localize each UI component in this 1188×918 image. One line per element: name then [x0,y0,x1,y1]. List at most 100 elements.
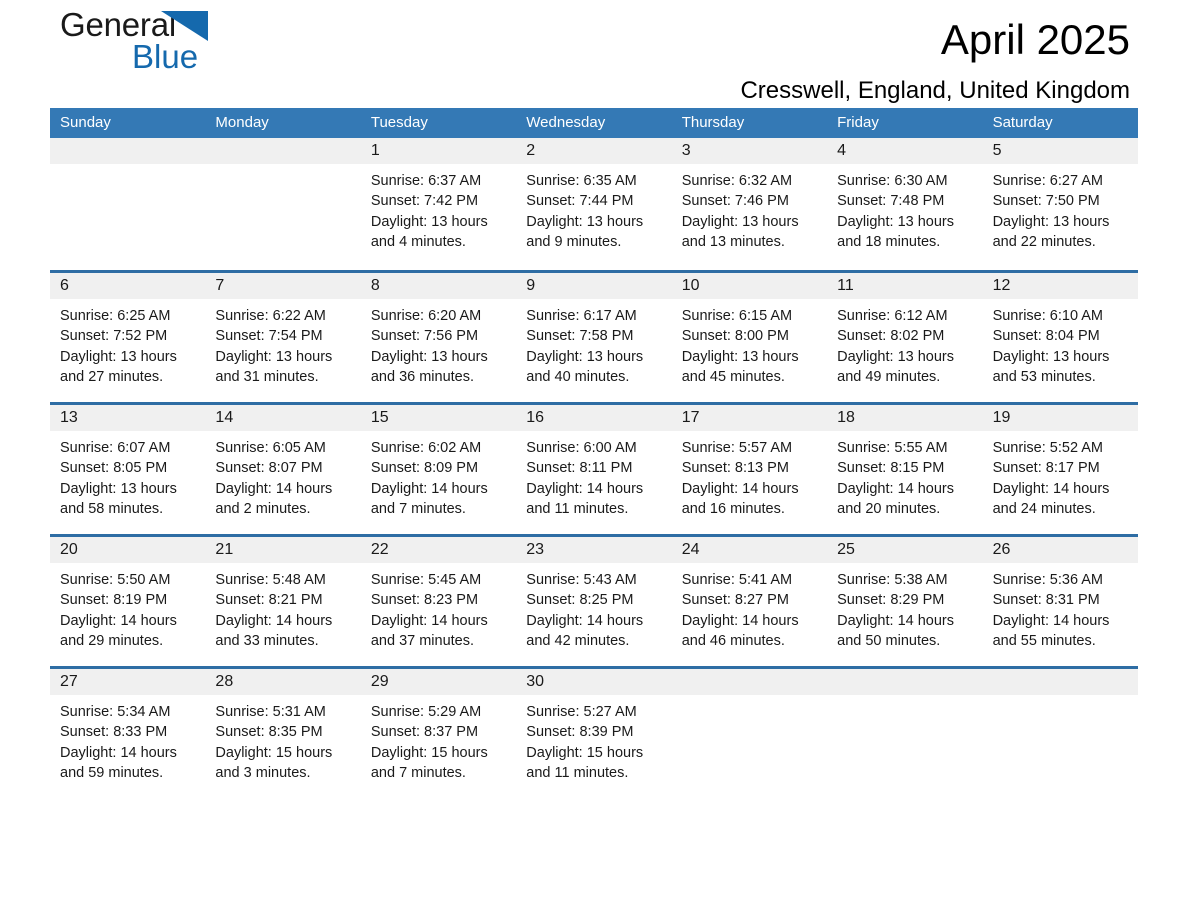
day-cell[interactable]: 7 Sunrise: 6:22 AM Sunset: 7:54 PM Daylight… [205,273,361,402]
day-cell[interactable]: 1 Sunrise: 6:37 AM Sunset: 7:42 PM Daylight… [360,138,517,270]
daylight-duration-line1: Daylight: 13 hours [60,480,177,497]
sunrise-time: Sunrise: 6:35 AM [526,173,637,189]
day-number: 18 [837,409,855,426]
sunset-time: Sunset: 7:42 PM [370,193,479,210]
day-number: 3 [681,142,691,159]
day-cell[interactable]: 13 Sunrise: 6:07 AM Sunset: 8:05 PM Dayligh… [50,405,206,534]
day-cell[interactable]: 20 Sunrise: 5:50 AM Sunset: 8:19 PM Dayligh… [50,537,206,666]
daylight-duration-line1: Daylight: 14 hours [837,480,955,497]
day-cell[interactable]: 29 Sunrise: 5:29 AM Sunset: 8:37 PM Dayligh… [360,669,517,798]
day-number-band [50,138,206,164]
sunset-time: Sunset: 8:15 PM [837,460,945,477]
day-cell[interactable]: 25 Sunrise: 5:38 AM Sunset: 8:29 PM Dayligh… [827,537,983,666]
day-details: Sunrise: 6:12 AM Sunset: 8:02 PM Daylight:… [827,299,982,387]
daylight-duration-line2: and 33 minutes. [215,632,319,649]
sunset-time: Sunset: 8:23 PM [370,592,479,609]
day-cell[interactable]: 18 Sunrise: 5:55 AM Sunset: 8:15 PM Dayligh… [827,405,983,534]
sunset-time: Sunset: 7:58 PM [526,328,634,345]
sunrise-time: Sunrise: 6:07 AM [60,440,171,456]
day-cell[interactable]: 8 Sunrise: 6:20 AM Sunset: 7:56 PM Daylight… [360,273,517,402]
day-cell[interactable]: 11 Sunrise: 6:12 AM Sunset: 8:02 PM Dayligh… [827,273,983,402]
day-cell[interactable]: 23 Sunrise: 5:43 AM Sunset: 8:25 PM Dayligh… [516,537,672,666]
day-number-band [827,669,983,695]
day-cell[interactable]: 16 Sunrise: 6:00 AM Sunset: 8:11 PM Dayligh… [516,405,672,534]
sunset-time: Sunset: 8:02 PM [837,328,945,345]
day-cell[interactable]: 5 Sunrise: 6:27 AM Sunset: 7:50 PM Daylight… [982,138,1138,270]
daylight-duration-line2: and 2 minutes. [215,500,311,517]
sunrise-time: Sunrise: 5:27 AM [526,704,637,720]
day-cell-empty [205,138,361,270]
day-cell[interactable]: 2 Sunrise: 6:35 AM Sunset: 7:44 PM Daylight… [516,138,672,270]
day-number-band: 14 [205,405,361,431]
daylight-duration-line2: and 22 minutes. [992,233,1096,250]
day-number-band: 25 [827,537,983,563]
day-number: 2 [526,142,536,159]
sunset-time: Sunset: 8:35 PM [215,724,323,741]
sunrise-time: Sunrise: 5:45 AM [370,572,482,588]
sunset-time: Sunset: 8:33 PM [60,724,168,741]
day-details: Sunrise: 5:50 AM Sunset: 8:19 PM Daylight:… [50,563,205,651]
day-cell[interactable]: 10 Sunrise: 6:15 AM Sunset: 8:00 PM Dayligh… [671,273,828,402]
daylight-duration-line1: Daylight: 13 hours [992,213,1110,230]
day-cell[interactable]: 14 Sunrise: 6:05 AM Sunset: 8:07 PM Dayligh… [205,405,361,534]
day-number-band: 13 [50,405,206,431]
day-cell[interactable]: 9 Sunrise: 6:17 AM Sunset: 7:58 PM Daylight… [516,273,672,402]
generalblue-logo[interactable]: General Blue [60,8,320,100]
sunrise-time: Sunrise: 6:05 AM [215,440,326,456]
daylight-duration-line1: Daylight: 13 hours [60,348,177,365]
day-cell[interactable]: 27 Sunrise: 5:34 AM Sunset: 8:33 PM Dayligh… [50,669,206,798]
sunrise-time: Sunrise: 6:20 AM [370,308,482,324]
sunrise-time: Sunrise: 5:55 AM [837,440,948,456]
daylight-duration-line2: and 9 minutes. [526,233,622,250]
daylight-duration-line1: Daylight: 13 hours [681,213,799,230]
day-details: Sunrise: 6:22 AM Sunset: 7:54 PM Daylight:… [205,299,360,387]
daylight-duration-line2: and 18 minutes. [837,233,941,250]
day-number: 19 [992,409,1011,426]
day-number: 5 [992,142,1002,159]
day-cell[interactable]: 3 Sunrise: 6:32 AM Sunset: 7:46 PM Daylight… [671,138,828,270]
day-number: 13 [60,409,78,426]
day-cell[interactable]: 30 Sunrise: 5:27 AM Sunset: 8:39 PM Dayligh… [516,669,672,798]
day-number: 12 [992,277,1011,294]
daylight-duration-line1: Daylight: 14 hours [60,744,177,761]
daylight-duration-line2: and 13 minutes. [681,233,785,250]
daylight-duration-line2: and 11 minutes. [526,500,629,517]
day-details: Sunrise: 5:41 AM Sunset: 8:27 PM Daylight:… [672,563,827,651]
daylight-duration-line2: and 55 minutes. [992,632,1096,649]
daylight-duration-line2: and 37 minutes. [370,632,475,649]
daylight-duration-line1: Daylight: 13 hours [370,348,488,365]
day-number: 6 [60,277,69,294]
daylight-duration-line2: and 45 minutes. [681,368,785,385]
daylight-duration-line2: and 31 minutes. [215,368,319,385]
day-cell[interactable]: 26 Sunrise: 5:36 AM Sunset: 8:31 PM Dayligh… [982,537,1138,666]
day-number: 27 [60,673,78,690]
weekday-thursday: Thursday [681,114,745,131]
day-cell[interactable]: 24 Sunrise: 5:41 AM Sunset: 8:27 PM Dayligh… [671,537,828,666]
day-details: Sunrise: 6:25 AM Sunset: 7:52 PM Daylight:… [50,299,205,387]
day-cell-empty [982,669,1138,798]
day-cell[interactable]: 6 Sunrise: 6:25 AM Sunset: 7:52 PM Daylight… [50,273,206,402]
day-cell[interactable]: 15 Sunrise: 6:02 AM Sunset: 8:09 PM Dayligh… [360,405,517,534]
day-number-band: 22 [360,537,517,563]
day-cell[interactable]: 12 Sunrise: 6:10 AM Sunset: 8:04 PM Dayligh… [982,273,1138,402]
day-cell[interactable]: 28 Sunrise: 5:31 AM Sunset: 8:35 PM Dayligh… [205,669,361,798]
day-number: 8 [370,277,380,294]
day-number: 14 [215,409,234,426]
day-cell[interactable]: 17 Sunrise: 5:57 AM Sunset: 8:13 PM Dayligh… [671,405,828,534]
day-number-band [205,138,361,164]
day-number-band: 9 [516,273,672,299]
day-cell[interactable]: 22 Sunrise: 5:45 AM Sunset: 8:23 PM Dayligh… [360,537,517,666]
day-cell[interactable]: 4 Sunrise: 6:30 AM Sunset: 7:48 PM Daylight… [827,138,983,270]
day-number: 22 [370,541,389,558]
day-number-band: 23 [516,537,672,563]
weekday-friday: Friday [837,114,879,131]
day-number: 28 [215,673,234,690]
week-row: 27 Sunrise: 5:34 AM Sunset: 8:33 PM Dayligh… [50,666,1138,798]
day-cell[interactable]: 21 Sunrise: 5:48 AM Sunset: 8:21 PM Dayligh… [205,537,361,666]
daylight-duration-line1: Daylight: 14 hours [526,612,644,629]
day-number-band: 27 [50,669,206,695]
daylight-duration-line1: Daylight: 14 hours [60,612,177,629]
daylight-duration-line1: Daylight: 13 hours [681,348,799,365]
sunset-time: Sunset: 8:09 PM [370,460,479,477]
day-cell[interactable]: 19 Sunrise: 5:52 AM Sunset: 8:17 PM Dayligh… [982,405,1138,534]
